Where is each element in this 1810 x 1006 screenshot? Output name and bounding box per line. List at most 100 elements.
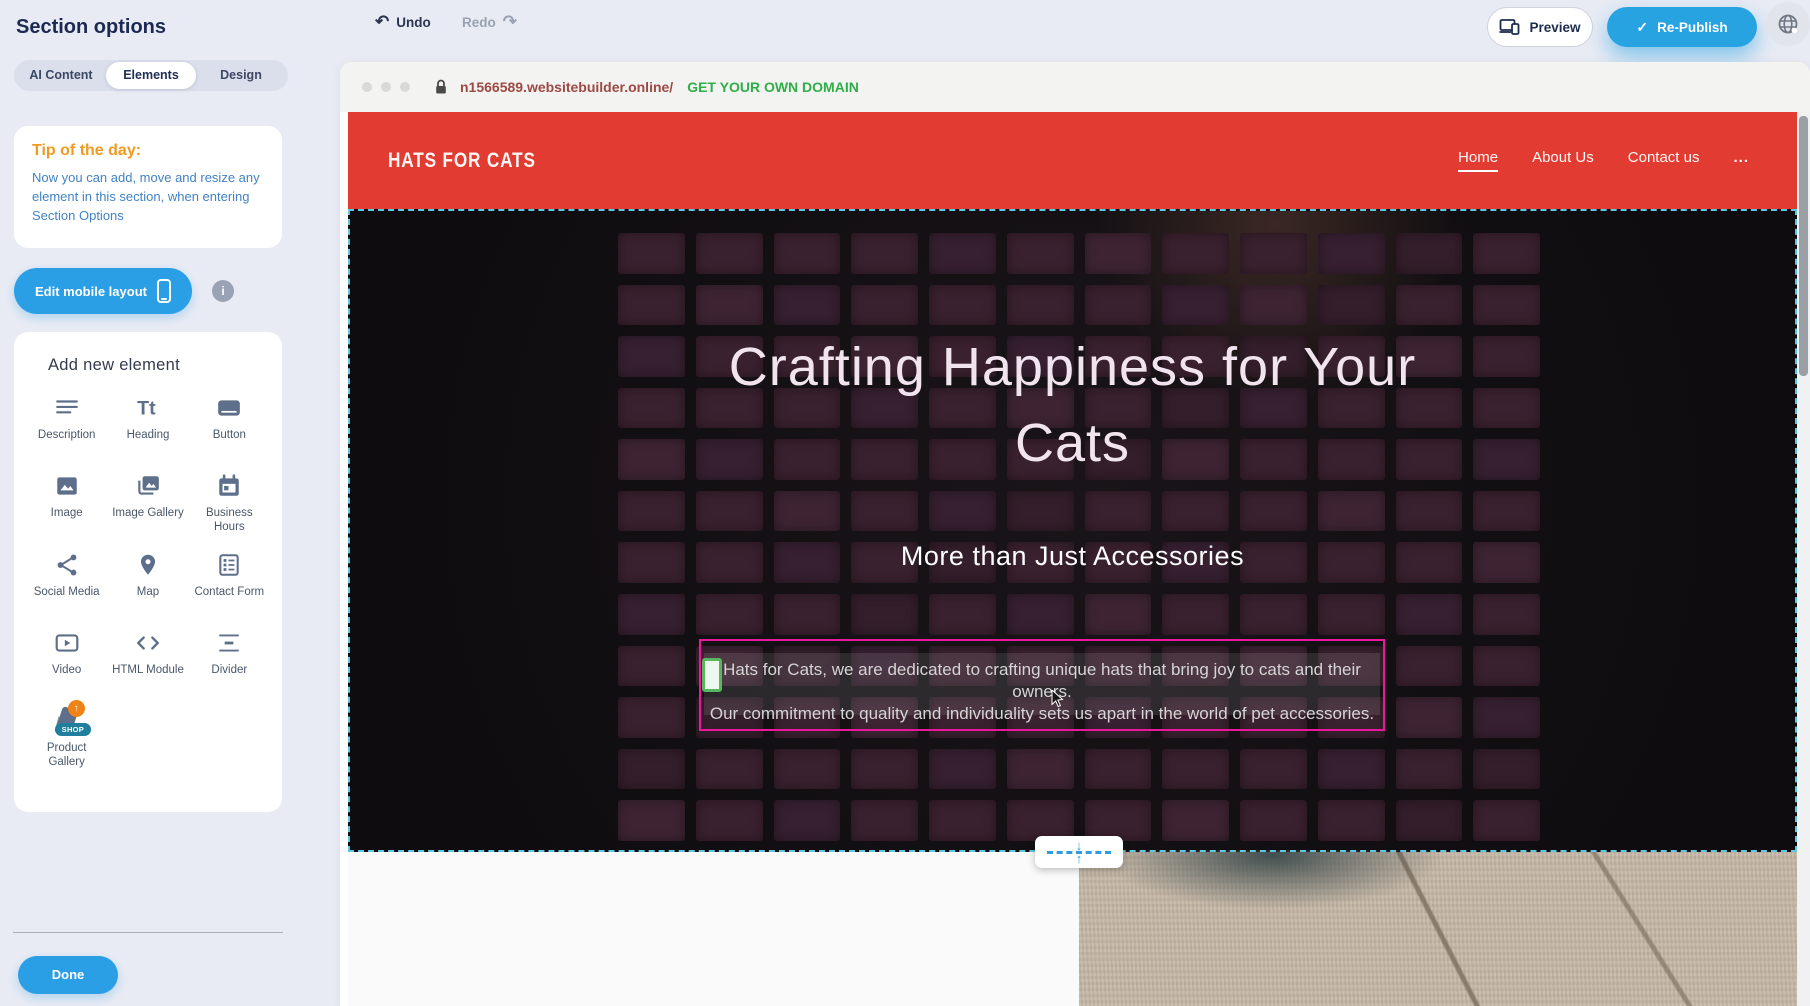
- hero-tile: [618, 697, 685, 738]
- hero-tile: [1007, 491, 1074, 532]
- element-label: Image: [51, 507, 83, 521]
- element-grid: Description Tt Heading Button Image: [14, 393, 282, 769]
- scrollbar-thumb[interactable]: [1799, 116, 1808, 376]
- map-pin-icon: [135, 550, 161, 580]
- preview-button[interactable]: Preview: [1487, 7, 1593, 47]
- element-item-contact-form[interactable]: Contact Form: [189, 550, 270, 612]
- hero-tile: [1162, 491, 1229, 532]
- element-item-html-module[interactable]: HTML Module: [107, 628, 188, 690]
- undo-button[interactable]: ↶ Undo: [375, 12, 431, 32]
- divider-icon: [216, 628, 242, 658]
- hero-subheading[interactable]: More than Just Accessories: [350, 541, 1795, 572]
- panel-tabs: AI Content Elements Design: [14, 60, 288, 91]
- lock-icon: [434, 79, 448, 95]
- nav-contact-us[interactable]: Contact us: [1628, 149, 1700, 172]
- hero-tile: [929, 233, 996, 274]
- add-new-element-card: Add new element Description Tt Heading B…: [14, 332, 282, 812]
- hero-text-element-selected[interactable]: Hats for Cats, we are dedicated to craft…: [699, 639, 1385, 731]
- phone-icon: [157, 279, 171, 303]
- shop-badge: SHOP: [55, 723, 91, 736]
- hero-tile: [929, 749, 996, 790]
- element-item-product-gallery[interactable]: ↑ SHOP Product Gallery: [26, 706, 107, 769]
- next-section[interactable]: [348, 852, 1797, 1006]
- done-button[interactable]: Done: [18, 956, 118, 994]
- hero-tile: [1473, 439, 1540, 480]
- site-url: n1566589.websitebuilder.online/: [460, 79, 673, 95]
- upgrade-badge-icon: ↑: [68, 700, 85, 717]
- pavement-photo: [1079, 852, 1797, 1006]
- arrow-up-icon: ↑: [1076, 854, 1083, 864]
- hero-section-selected[interactable]: Crafting Happiness for Your Cats More th…: [348, 209, 1797, 852]
- hero-tile: [851, 491, 918, 532]
- element-item-divider[interactable]: Divider: [189, 628, 270, 690]
- hero-tile: [1162, 285, 1229, 326]
- tab-ai-content[interactable]: AI Content: [16, 62, 106, 89]
- tip-title: Tip of the day:: [32, 142, 264, 160]
- hero-tile: [618, 285, 685, 326]
- hero-tile: [929, 491, 996, 532]
- section-options-panel: Section options AI Content Elements Desi…: [0, 0, 302, 1006]
- element-item-video[interactable]: Video: [26, 628, 107, 690]
- product-gallery-icon: ↑ SHOP: [49, 706, 85, 736]
- hero-tile: [696, 285, 763, 326]
- info-icon[interactable]: i: [212, 280, 234, 302]
- site-preview-window: n1566589.websitebuilder.online/ GET YOUR…: [340, 62, 1810, 1006]
- hero-tile: [1396, 594, 1463, 635]
- nav-more[interactable]: ...: [1733, 149, 1749, 172]
- redo-button[interactable]: Redo ↷: [462, 12, 517, 32]
- hero-tile: [851, 285, 918, 326]
- hero-tile: [851, 800, 918, 841]
- hero-tile: [618, 233, 685, 274]
- image-gallery-icon: [135, 471, 161, 501]
- hero-tile: [1473, 285, 1540, 326]
- hero-tile: [774, 594, 841, 635]
- hero-tile: [1473, 800, 1540, 841]
- element-item-map[interactable]: Map: [107, 550, 188, 612]
- hero-tile: [851, 233, 918, 274]
- button-icon: [216, 393, 242, 423]
- hero-tile: [1396, 491, 1463, 532]
- hero-tile: [696, 594, 763, 635]
- hero-tile: [618, 800, 685, 841]
- edit-mobile-layout-button[interactable]: Edit mobile layout: [14, 268, 192, 314]
- hero-tile: [929, 594, 996, 635]
- tab-elements[interactable]: Elements: [106, 62, 196, 89]
- element-item-image[interactable]: Image: [26, 471, 107, 534]
- element-drag-handle[interactable]: [702, 658, 722, 692]
- element-label: Contact Form: [194, 586, 264, 600]
- republish-button[interactable]: ✓ Re-Publish: [1607, 7, 1757, 47]
- hero-tile: [1162, 233, 1229, 274]
- undo-icon: ↶: [375, 12, 389, 32]
- hero-tile: [1396, 697, 1463, 738]
- add-new-element-title: Add new element: [48, 356, 282, 375]
- browser-scrollbar: [1797, 112, 1810, 1006]
- business-hours-icon: [216, 471, 242, 501]
- hero-tile: [1318, 285, 1385, 326]
- hero-tile: [774, 800, 841, 841]
- site-viewport: HATS FOR CATS Home About Us Contact us .…: [348, 112, 1797, 1006]
- section-resize-handle[interactable]: ↓ ↑: [1035, 836, 1123, 868]
- hero-tile: [1396, 749, 1463, 790]
- hero-tile: [1473, 749, 1540, 790]
- element-item-description[interactable]: Description: [26, 393, 107, 455]
- nav-about-us[interactable]: About Us: [1532, 149, 1594, 172]
- tab-design[interactable]: Design: [196, 62, 286, 89]
- element-item-social-media[interactable]: Social Media: [26, 550, 107, 612]
- element-item-business-hours[interactable]: Business Hours: [189, 471, 270, 534]
- hero-tile: [929, 800, 996, 841]
- nav-home[interactable]: Home: [1458, 149, 1498, 172]
- get-domain-link[interactable]: GET YOUR OWN DOMAIN: [687, 79, 859, 95]
- hero-tile: [774, 491, 841, 532]
- hero-tile: [774, 285, 841, 326]
- hero-heading[interactable]: Crafting Happiness for Your Cats: [723, 329, 1423, 481]
- hero-tile: [1162, 594, 1229, 635]
- hero-tile: [1473, 697, 1540, 738]
- element-item-image-gallery[interactable]: Image Gallery: [107, 471, 188, 534]
- element-item-heading[interactable]: Tt Heading: [107, 393, 188, 455]
- site-nav: Home About Us Contact us ...: [1458, 112, 1749, 209]
- editor-topbar: ↶ Undo Redo ↷ Preview ✓ Re-Publish: [302, 0, 1810, 62]
- hero-tile: [1473, 233, 1540, 274]
- element-item-button[interactable]: Button: [189, 393, 270, 455]
- language-globe-button[interactable]: [1766, 2, 1810, 46]
- hero-tile: [1473, 336, 1540, 377]
